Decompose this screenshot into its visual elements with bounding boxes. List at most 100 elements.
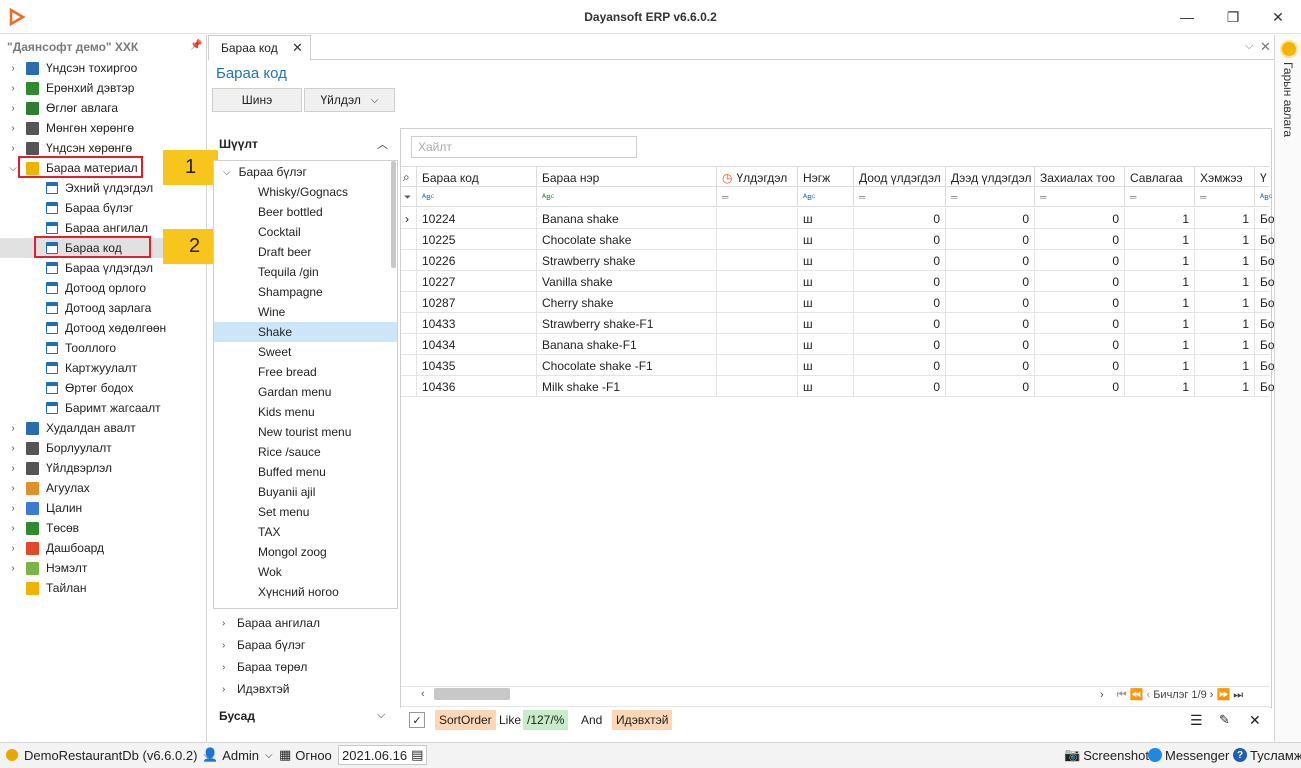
table-cell[interactable]: Strawberry shake-F1	[536, 313, 716, 334]
sidebar-item[interactable]: Тайлан	[0, 578, 206, 598]
table-cell[interactable]: 0	[853, 229, 945, 250]
filter-section[interactable]: › Идэвхтэй	[213, 678, 398, 700]
user-selector[interactable]: 👤 Admin ⌵	[202, 746, 273, 764]
table-cell[interactable]: 1	[1194, 334, 1254, 355]
table-cell[interactable]	[716, 376, 797, 397]
table-row[interactable]: 10287 Cherry shake ш 0 0 0 1 1 Бо	[401, 292, 1274, 313]
row-indicator[interactable]	[401, 250, 416, 271]
table-cell[interactable]: 0	[853, 208, 945, 229]
table-cell[interactable]: 0	[945, 313, 1034, 334]
table-cell[interactable]: 1	[1194, 229, 1254, 250]
tree-item[interactable]: Kids menu	[214, 402, 397, 422]
tree-item[interactable]: Buyanii ajil	[214, 482, 397, 502]
help-side-panel[interactable]	[1274, 35, 1301, 742]
table-cell[interactable]: ш	[797, 355, 853, 376]
tab-close-icon[interactable]: ✕	[292, 40, 303, 56]
filter-field-chip[interactable]: SortOrder	[435, 710, 496, 730]
date-field[interactable]: 2021.06.16 ▤	[338, 745, 428, 765]
filter-section[interactable]: › Бараа ангилал	[213, 612, 398, 634]
collapse-chevron-icon[interactable]: ︿	[377, 136, 388, 152]
table-cell[interactable]: Banana shake	[536, 208, 716, 229]
tree-item[interactable]: Draft beer	[214, 242, 397, 262]
filter-section[interactable]: › Бараа бүлэг	[213, 634, 398, 656]
text-filter-icon[interactable]: ᴬʙᶜ	[416, 187, 536, 207]
tree-item[interactable]: TAX	[214, 522, 397, 542]
edit-pencil-icon[interactable]: ✎	[1215, 710, 1234, 730]
sidebar-item[interactable]: › Борлуулалт	[0, 438, 206, 458]
table-cell[interactable]: ш	[797, 376, 853, 397]
maximize-button[interactable]: ❐	[1210, 0, 1256, 34]
table-row[interactable]: 10226 Strawberry shake ш 0 0 0 1 1 Бо	[401, 250, 1274, 271]
table-cell[interactable]: 10434	[416, 334, 536, 355]
tree-item[interactable]: Gardan menu	[214, 382, 397, 402]
table-cell[interactable]	[716, 250, 797, 271]
row-indicator[interactable]	[401, 292, 416, 313]
prev-page-icon[interactable]: ⏪	[1130, 689, 1144, 701]
table-cell[interactable]: 1	[1124, 334, 1194, 355]
chevron-right-icon[interactable]: ›	[8, 543, 18, 554]
sidebar-item[interactable]: › Үйлдвэрлэл	[0, 458, 206, 478]
table-cell[interactable]: 0	[1034, 334, 1124, 355]
table-cell[interactable]: 1	[1124, 376, 1194, 397]
table-cell[interactable]: 1	[1194, 271, 1254, 292]
table-cell[interactable]: Бо	[1254, 376, 1274, 397]
table-cell[interactable]: 0	[1034, 229, 1124, 250]
tree-scrollbar[interactable]	[391, 161, 396, 268]
table-cell[interactable]: ш	[797, 271, 853, 292]
database-selector[interactable]: DemoRestaurantDb (v6.6.0.2) ⌵	[6, 746, 211, 764]
sidebar-item[interactable]: › Нэмэлт	[0, 558, 206, 578]
table-cell[interactable]: 0	[853, 271, 945, 292]
table-cell[interactable]	[716, 292, 797, 313]
table-cell[interactable]: 0	[945, 355, 1034, 376]
table-cell[interactable]: 1	[1124, 292, 1194, 313]
table-cell[interactable]: 0	[853, 376, 945, 397]
table-cell[interactable]: 0	[853, 355, 945, 376]
tree-item[interactable]: Free bread	[214, 362, 397, 382]
sidebar-item[interactable]: Тооллого	[0, 338, 206, 358]
close-all-tabs-icon[interactable]: ✕	[1260, 39, 1271, 55]
table-cell[interactable]	[716, 355, 797, 376]
tree-item[interactable]: Mongol zoog	[214, 542, 397, 562]
tree-item[interactable]: Wok	[214, 562, 397, 582]
row-indicator[interactable]	[401, 313, 416, 334]
table-cell[interactable]: Milk shake -F1	[536, 376, 716, 397]
table-cell[interactable]	[716, 334, 797, 355]
table-cell[interactable]: Vanilla shake	[536, 271, 716, 292]
row-indicator[interactable]	[401, 376, 416, 397]
table-cell[interactable]: Chocolate shake -F1	[536, 355, 716, 376]
table-cell[interactable]: Cherry shake	[536, 292, 716, 313]
table-cell[interactable]: 1	[1194, 208, 1254, 229]
tree-item[interactable]: Хүнсний ногоо	[214, 582, 397, 602]
tree-item[interactable]: Cocktail	[214, 222, 397, 242]
table-cell[interactable]: 1	[1124, 250, 1194, 271]
table-cell[interactable]: 10227	[416, 271, 536, 292]
column-header[interactable]: Нэгж	[797, 167, 853, 188]
sidebar-item[interactable]: Дотоод орлого	[0, 278, 206, 298]
table-cell[interactable]: 1	[1124, 271, 1194, 292]
table-cell[interactable]	[716, 208, 797, 229]
help-panel-label[interactable]: Гарын авлага	[1281, 62, 1295, 137]
table-cell[interactable]: 1	[1194, 250, 1254, 271]
tree-item[interactable]: Shake	[214, 322, 397, 342]
new-button[interactable]: Шинэ	[212, 88, 302, 112]
last-page-icon[interactable]: ⏭	[1233, 689, 1243, 701]
tree-item[interactable]: Sweet	[214, 342, 397, 362]
column-header[interactable]: Доод үлдэгдэл	[853, 167, 945, 188]
table-cell[interactable]: Бо	[1254, 355, 1274, 376]
action-button[interactable]: Үйлдэл ⌵	[304, 88, 395, 112]
table-cell[interactable]: 10224	[416, 208, 536, 229]
next-page-icon[interactable]: ⏩	[1217, 689, 1231, 701]
table-cell[interactable]: ш	[797, 208, 853, 229]
table-cell[interactable]: 0	[945, 292, 1034, 313]
tree-item[interactable]: Tequila /gin	[214, 262, 397, 282]
sidebar-item[interactable]: Картжуулалт	[0, 358, 206, 378]
chevron-right-icon[interactable]: ›	[8, 63, 18, 74]
table-cell[interactable]: Бо	[1254, 250, 1274, 271]
table-row[interactable]: 10225 Chocolate shake ш 0 0 0 1 1 Бо	[401, 229, 1274, 250]
table-cell[interactable]: ш	[797, 334, 853, 355]
screenshot-button[interactable]: 📷 Screenshot	[1064, 746, 1149, 764]
clear-filter-icon[interactable]: ✕	[1245, 710, 1265, 730]
text-filter-icon[interactable]: ᴬʙᶜ	[536, 187, 716, 207]
chevron-right-icon[interactable]: ›	[8, 503, 18, 514]
table-cell[interactable]: 0	[945, 229, 1034, 250]
